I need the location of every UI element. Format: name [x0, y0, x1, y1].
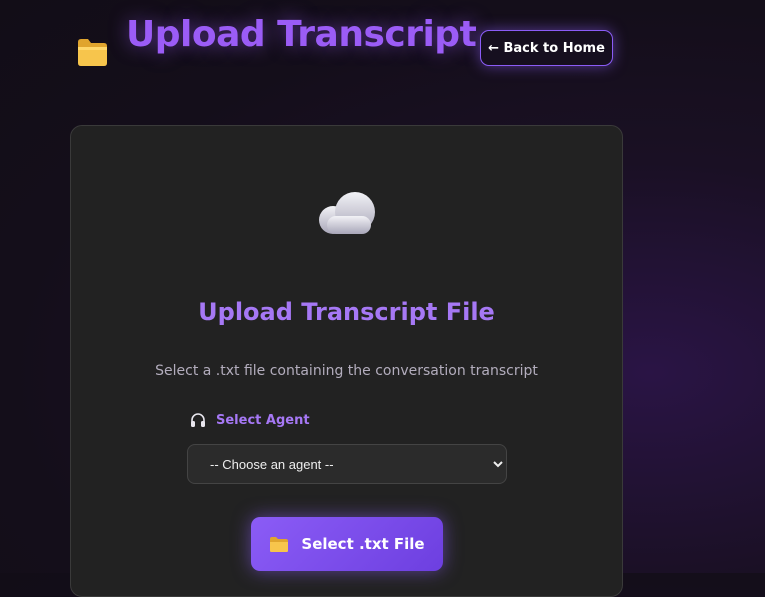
upload-card: Upload Transcript File Select a .txt fil… [70, 125, 623, 597]
select-file-button[interactable]: Select .txt File [251, 517, 443, 571]
headphones-icon [191, 413, 205, 427]
agent-label: Select Agent [190, 412, 310, 428]
folder-icon [270, 536, 289, 552]
agent-label-text: Select Agent [216, 412, 310, 428]
folder-icon [78, 39, 107, 66]
cloud-icon [319, 192, 375, 234]
page-title: Upload Transcript [126, 14, 477, 55]
upload-subtitle: Select a .txt file containing the conver… [155, 363, 538, 379]
select-file-label: Select .txt File [301, 535, 425, 553]
agent-select[interactable]: -- Choose an agent -- [187, 444, 507, 484]
back-to-home-button[interactable]: ← Back to Home [480, 30, 613, 66]
page-header: Upload Transcript ← Back to Home [0, 0, 765, 100]
upload-heading: Upload Transcript File [198, 298, 495, 326]
